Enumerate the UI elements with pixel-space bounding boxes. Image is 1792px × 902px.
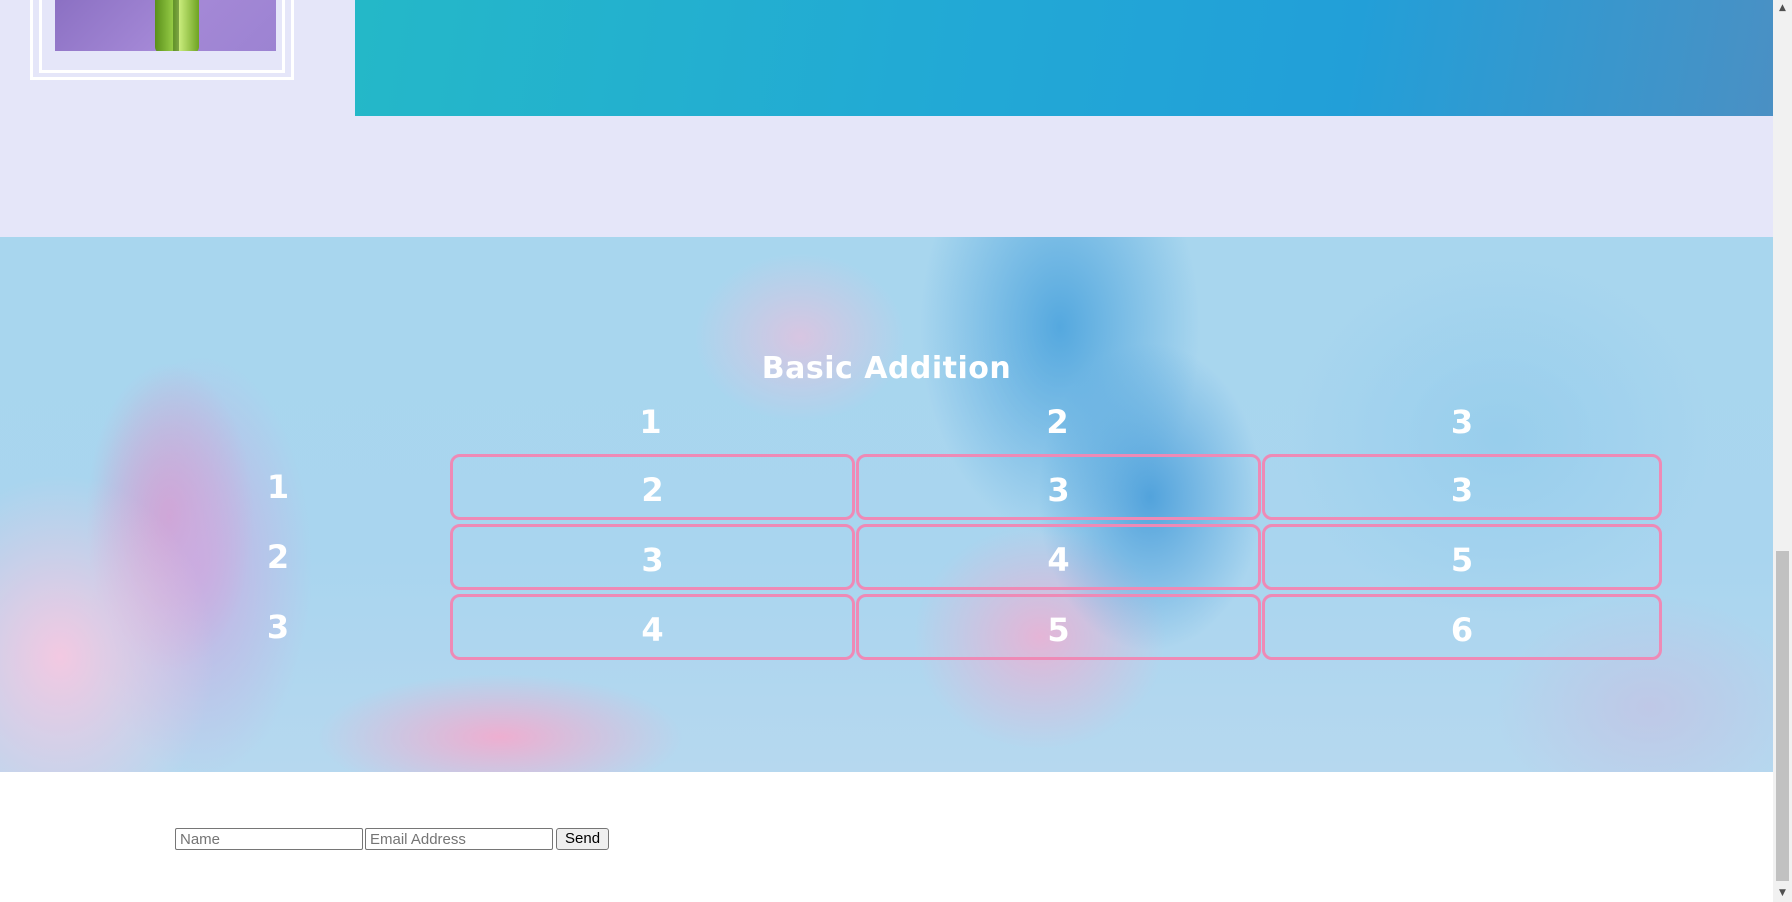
sum-cell: 4	[450, 594, 855, 660]
marble-background-section: Basic Addition 1 2 3 1 2 3 3 2 3 4 5 3 4…	[0, 237, 1773, 772]
sum-cell: 6	[1262, 594, 1662, 660]
column-header-1: 1	[639, 403, 662, 441]
section-title: Basic Addition	[761, 351, 1012, 386]
vertical-scrollbar[interactable]: ▲ ▼	[1773, 0, 1792, 902]
scrollbar-thumb[interactable]	[1776, 551, 1789, 881]
sum-cell: 5	[856, 594, 1261, 660]
image-frame	[30, 0, 294, 80]
page: Basic Addition 1 2 3 1 2 3 3 2 3 4 5 3 4…	[0, 0, 1773, 902]
sum-cell: 3	[856, 454, 1261, 520]
sum-cell: 2	[450, 454, 855, 520]
name-input[interactable]	[175, 828, 363, 850]
column-header-2: 2	[1046, 403, 1069, 441]
triangle-up-icon[interactable]: ▲	[1773, 0, 1792, 17]
sum-cell: 3	[450, 524, 855, 590]
plant-stem-shadow	[173, 0, 179, 51]
flower-photo	[55, 0, 276, 51]
sum-cell: 5	[1262, 524, 1662, 590]
email-input[interactable]	[365, 828, 553, 850]
top-band	[0, 0, 1773, 237]
sum-cell: 4	[856, 524, 1261, 590]
send-button[interactable]: Send	[556, 828, 610, 850]
triangle-down-icon[interactable]: ▼	[1773, 885, 1792, 902]
column-header-3: 3	[1450, 403, 1474, 441]
hero-gradient-banner	[355, 0, 1773, 116]
sum-cell: 3	[1262, 454, 1662, 520]
row-header-3: 3	[266, 608, 290, 646]
row-header-2: 2	[266, 538, 290, 576]
row-header-1: 1	[266, 468, 290, 506]
